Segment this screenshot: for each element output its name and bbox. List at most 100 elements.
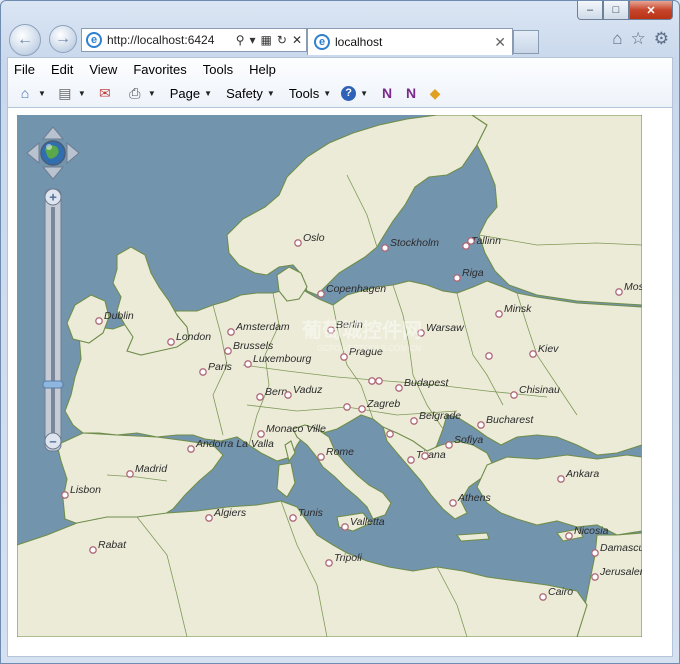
city-marker-cairo[interactable] — [539, 593, 547, 601]
city-marker-bucharest[interactable] — [477, 421, 485, 429]
city-marker-dublin[interactable] — [95, 317, 103, 325]
city-marker-damascus[interactable] — [591, 549, 599, 557]
city-label-cairo: Cairo — [548, 586, 573, 598]
onenote-send-icon[interactable]: N — [402, 85, 420, 101]
city-marker-moscow[interactable] — [615, 288, 623, 296]
pan-up-arrow-icon[interactable] — [41, 126, 65, 140]
city-marker-sofiya[interactable] — [445, 441, 453, 449]
city-marker-riga[interactable] — [453, 274, 461, 282]
tab-localhost[interactable]: e localhost ✕ — [307, 28, 513, 55]
addon-icon[interactable]: ◆ — [426, 85, 444, 101]
menu-favorites[interactable]: Favorites — [133, 62, 186, 77]
dropdown-caret-icon[interactable]: ▾ — [250, 33, 256, 47]
address-bar[interactable]: e http://localhost:6424 ⚲ ▾ ▦ ↻ ✕ — [81, 28, 307, 52]
forward-button[interactable]: → — [49, 25, 77, 53]
city-label-copenhagen: Copenhagen — [326, 283, 386, 295]
safety-menu-button[interactable]: Safety — [226, 86, 263, 101]
menu-help[interactable]: Help — [249, 62, 276, 77]
menu-view[interactable]: View — [89, 62, 117, 77]
city-marker-amsterdam[interactable] — [227, 328, 235, 336]
city-marker-vaduz[interactable] — [284, 391, 292, 399]
home-toolbar-icon[interactable]: ⌂ — [16, 85, 34, 101]
city-marker-paris[interactable] — [199, 368, 207, 376]
page-caret-icon[interactable]: ▼ — [204, 89, 212, 98]
city-marker-belgrade[interactable] — [410, 417, 418, 425]
maximize-button[interactable]: □ — [603, 1, 629, 20]
city-marker-rabat[interactable] — [89, 546, 97, 554]
pan-right-arrow-icon[interactable] — [66, 141, 80, 165]
settings-gear-icon[interactable]: ⚙ — [654, 29, 669, 49]
menu-tools[interactable]: Tools — [203, 62, 233, 77]
city-marker-unlabeled[interactable] — [343, 403, 351, 411]
city-marker-unlabeled[interactable] — [467, 237, 475, 245]
compat-view-icon[interactable]: ▦ — [261, 33, 272, 47]
ie-page-icon: e — [86, 32, 102, 48]
favorites-star-icon[interactable]: ☆ — [631, 29, 646, 49]
city-marker-unlabeled[interactable] — [368, 377, 376, 385]
home-icon[interactable]: ⌂ — [612, 29, 622, 49]
stop-icon[interactable]: ✕ — [292, 33, 302, 47]
menu-file[interactable]: File — [14, 62, 35, 77]
city-marker-ankara[interactable] — [557, 475, 565, 483]
safety-caret-icon[interactable]: ▼ — [267, 89, 275, 98]
city-marker-athens[interactable] — [449, 499, 457, 507]
home-caret-icon[interactable]: ▼ — [38, 89, 46, 98]
help-icon[interactable]: ? — [341, 85, 357, 101]
print-caret-icon[interactable]: ▼ — [148, 89, 156, 98]
tab-close-icon[interactable]: ✕ — [494, 34, 506, 51]
onenote-icon[interactable]: N — [378, 85, 396, 101]
new-tab-button[interactable] — [513, 30, 539, 54]
city-marker-brussels[interactable] — [224, 347, 232, 355]
city-marker-unlabeled[interactable] — [421, 452, 429, 460]
europe-map[interactable]: Oslo Stockholm Tallinn Riga Moscow Copenhagen… — [17, 115, 642, 637]
city-marker-valletta[interactable] — [341, 523, 349, 531]
city-marker-andorra-la-valla[interactable] — [187, 445, 195, 453]
city-marker-tripoli[interactable] — [325, 559, 333, 567]
pan-control[interactable] — [25, 125, 81, 181]
city-marker-zagreb[interactable] — [358, 405, 366, 413]
help-caret-icon[interactable]: ▼ — [360, 89, 368, 98]
pan-left-arrow-icon[interactable] — [26, 141, 40, 165]
city-marker-copenhagen[interactable] — [317, 290, 325, 298]
refresh-icon[interactable]: ↻ — [277, 33, 287, 47]
feeds-icon[interactable]: ▤ — [56, 85, 74, 101]
close-window-button[interactable]: ✕ — [629, 1, 673, 20]
city-marker-rome[interactable] — [317, 453, 325, 461]
city-marker-monaco-ville[interactable] — [257, 430, 265, 438]
search-icon[interactable]: ⚲ — [236, 33, 245, 47]
mail-icon[interactable]: ✉ — [96, 85, 114, 101]
minimize-button[interactable]: – — [577, 1, 603, 20]
city-marker-tallinn[interactable] — [462, 242, 470, 250]
pan-down-arrow-icon[interactable] — [41, 166, 65, 180]
print-icon[interactable]: ⎙ — [126, 85, 144, 101]
city-marker-london[interactable] — [167, 338, 175, 346]
back-button[interactable]: ← — [9, 24, 41, 56]
city-marker-oslo[interactable] — [294, 239, 302, 247]
menu-edit[interactable]: Edit — [51, 62, 73, 77]
city-marker-luxembourg[interactable] — [244, 360, 252, 368]
city-marker-prague[interactable] — [340, 353, 348, 361]
city-marker-chisinau[interactable] — [510, 391, 518, 399]
city-marker-unlabeled[interactable] — [375, 377, 383, 385]
city-marker-tirana[interactable] — [407, 456, 415, 464]
city-marker-jerusalem[interactable] — [591, 573, 599, 581]
city-marker-tunis[interactable] — [289, 514, 297, 522]
zoom-control[interactable]: + – — [42, 185, 64, 455]
city-marker-algiers[interactable] — [205, 514, 213, 522]
feeds-caret-icon[interactable]: ▼ — [78, 89, 86, 98]
city-marker-unlabeled[interactable] — [485, 352, 493, 360]
page-menu-button[interactable]: Page — [170, 86, 200, 101]
city-marker-kiev[interactable] — [529, 350, 537, 358]
city-marker-lisbon[interactable] — [61, 491, 69, 499]
city-marker-minsk[interactable] — [495, 310, 503, 318]
city-marker-nicosia[interactable] — [565, 532, 573, 540]
tools-menu-button[interactable]: Tools — [289, 86, 319, 101]
city-marker-unlabeled[interactable] — [386, 430, 394, 438]
city-marker-budapest[interactable] — [395, 384, 403, 392]
city-marker-stockholm[interactable] — [381, 244, 389, 252]
tools-caret-icon[interactable]: ▼ — [323, 89, 331, 98]
zoom-slider-thumb[interactable] — [42, 380, 64, 389]
city-marker-bern[interactable] — [256, 393, 264, 401]
map-viewport[interactable]: Oslo Stockholm Tallinn Riga Moscow Copenhagen… — [17, 115, 642, 637]
city-marker-madrid[interactable] — [126, 470, 134, 478]
